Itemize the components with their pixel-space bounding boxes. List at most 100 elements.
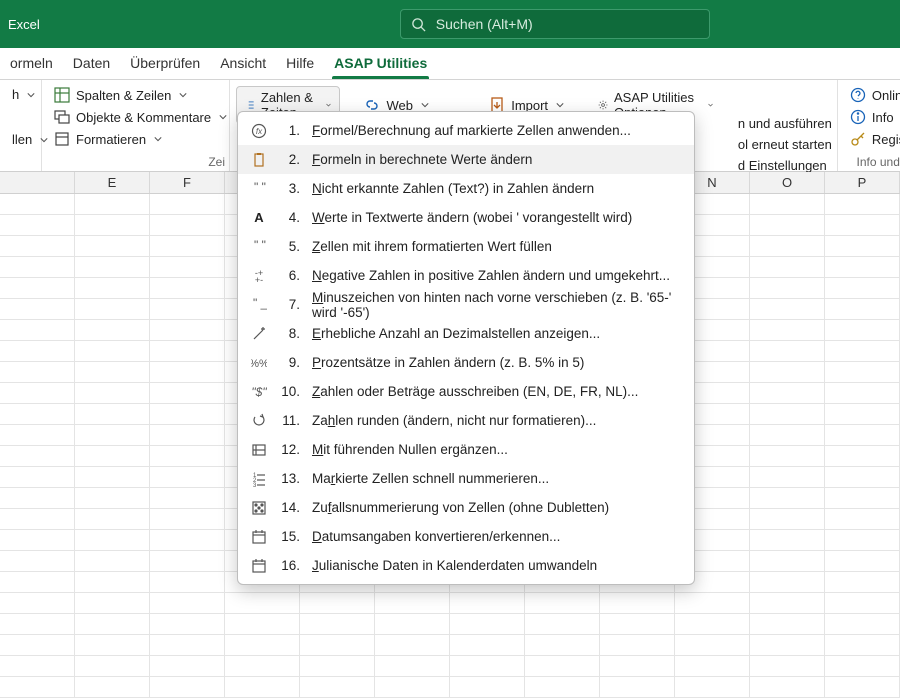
menu-item-8[interactable]: 8.Erhebliche Anzahl an Dezimalstellen an…: [238, 319, 694, 348]
menu-item-10[interactable]: "$"10.Zahlen oder Beträge ausschreiben (…: [238, 377, 694, 406]
cell[interactable]: [75, 362, 150, 382]
cell[interactable]: [750, 656, 825, 676]
cell[interactable]: [300, 635, 375, 655]
cell[interactable]: [600, 593, 675, 613]
cell[interactable]: [375, 677, 450, 697]
cell[interactable]: [150, 446, 225, 466]
cell[interactable]: [750, 572, 825, 592]
cell[interactable]: [750, 593, 825, 613]
cell[interactable]: [75, 467, 150, 487]
cell[interactable]: [825, 635, 900, 655]
menu-item-3[interactable]: " "3.Nicht erkannte Zahlen (Text?) in Za…: [238, 174, 694, 203]
ribbon-item-partial-2[interactable]: llen: [10, 131, 31, 148]
cell[interactable]: [225, 677, 300, 697]
cell[interactable]: [750, 446, 825, 466]
cell[interactable]: [675, 656, 750, 676]
cell[interactable]: [675, 614, 750, 634]
cell[interactable]: [150, 257, 225, 277]
cell[interactable]: [375, 593, 450, 613]
cell[interactable]: [825, 656, 900, 676]
tab-hilfe[interactable]: Hilfe: [276, 49, 324, 79]
cell[interactable]: [675, 635, 750, 655]
cell[interactable]: [0, 488, 75, 508]
cell[interactable]: [75, 530, 150, 550]
menu-item-9[interactable]: %%9.Prozentsätze in Zahlen ändern (z. B.…: [238, 348, 694, 377]
cell[interactable]: [0, 530, 75, 550]
cell[interactable]: [75, 677, 150, 697]
menu-item-13[interactable]: 12313.Markierte Zellen schnell nummerier…: [238, 464, 694, 493]
cell[interactable]: [150, 530, 225, 550]
cell[interactable]: [450, 593, 525, 613]
cell[interactable]: [600, 614, 675, 634]
cell[interactable]: [0, 656, 75, 676]
cell[interactable]: [150, 278, 225, 298]
menu-item-12[interactable]: 12.Mit führenden Nullen ergänzen...: [238, 435, 694, 464]
cell[interactable]: [825, 341, 900, 361]
cell[interactable]: [0, 467, 75, 487]
cell[interactable]: [825, 677, 900, 697]
menu-item-2[interactable]: 2.Formeln in berechnete Werte ändern: [238, 145, 694, 174]
cell[interactable]: [75, 236, 150, 256]
cell[interactable]: [750, 677, 825, 697]
cell[interactable]: [525, 677, 600, 697]
cell[interactable]: [750, 215, 825, 235]
cell[interactable]: [750, 635, 825, 655]
menu-item-4[interactable]: A4.Werte in Textwerte ändern (wobei ' vo…: [238, 203, 694, 232]
cell[interactable]: [825, 236, 900, 256]
menu-item-7[interactable]: " _7.Minuszeichen von hinten nach vorne …: [238, 290, 694, 319]
cell[interactable]: [750, 194, 825, 214]
cell[interactable]: [75, 257, 150, 277]
cell[interactable]: [750, 404, 825, 424]
cell[interactable]: [75, 572, 150, 592]
cell[interactable]: [0, 446, 75, 466]
cell[interactable]: [150, 677, 225, 697]
cell[interactable]: [225, 593, 300, 613]
cell[interactable]: [0, 425, 75, 445]
cell[interactable]: [300, 656, 375, 676]
cell[interactable]: [750, 488, 825, 508]
cell[interactable]: [375, 614, 450, 634]
cell[interactable]: [300, 614, 375, 634]
cell[interactable]: [75, 551, 150, 571]
cell[interactable]: [750, 467, 825, 487]
cell[interactable]: [150, 362, 225, 382]
cell[interactable]: [825, 572, 900, 592]
cell[interactable]: [75, 446, 150, 466]
cell[interactable]: [75, 383, 150, 403]
menu-item-5[interactable]: " "5.Zellen mit ihrem formatierten Wert …: [238, 232, 694, 261]
cell[interactable]: [750, 299, 825, 319]
cell[interactable]: [0, 215, 75, 235]
column-header[interactable]: [0, 172, 75, 193]
cell[interactable]: [75, 194, 150, 214]
cell[interactable]: [750, 530, 825, 550]
cell[interactable]: [225, 635, 300, 655]
cell[interactable]: [0, 635, 75, 655]
column-header[interactable]: E: [75, 172, 150, 193]
cell[interactable]: [825, 425, 900, 445]
cell[interactable]: [600, 677, 675, 697]
cell[interactable]: [225, 614, 300, 634]
cell[interactable]: [150, 215, 225, 235]
cell[interactable]: [300, 593, 375, 613]
column-header[interactable]: P: [825, 172, 900, 193]
cell[interactable]: [75, 635, 150, 655]
cell[interactable]: [150, 593, 225, 613]
cell[interactable]: [75, 404, 150, 424]
cell[interactable]: [0, 551, 75, 571]
cell[interactable]: [75, 425, 150, 445]
column-header[interactable]: F: [150, 172, 225, 193]
cell[interactable]: [525, 656, 600, 676]
menu-item-14[interactable]: 14.Zufallsnummerierung von Zellen (ohne …: [238, 493, 694, 522]
cell[interactable]: [150, 425, 225, 445]
cell[interactable]: [750, 551, 825, 571]
cell[interactable]: [75, 593, 150, 613]
cell[interactable]: [0, 236, 75, 256]
cell[interactable]: [825, 320, 900, 340]
cell[interactable]: [825, 551, 900, 571]
cell[interactable]: [825, 446, 900, 466]
cell[interactable]: [0, 257, 75, 277]
cell[interactable]: [825, 404, 900, 424]
cell[interactable]: [150, 320, 225, 340]
cell[interactable]: [225, 656, 300, 676]
cell[interactable]: [750, 236, 825, 256]
